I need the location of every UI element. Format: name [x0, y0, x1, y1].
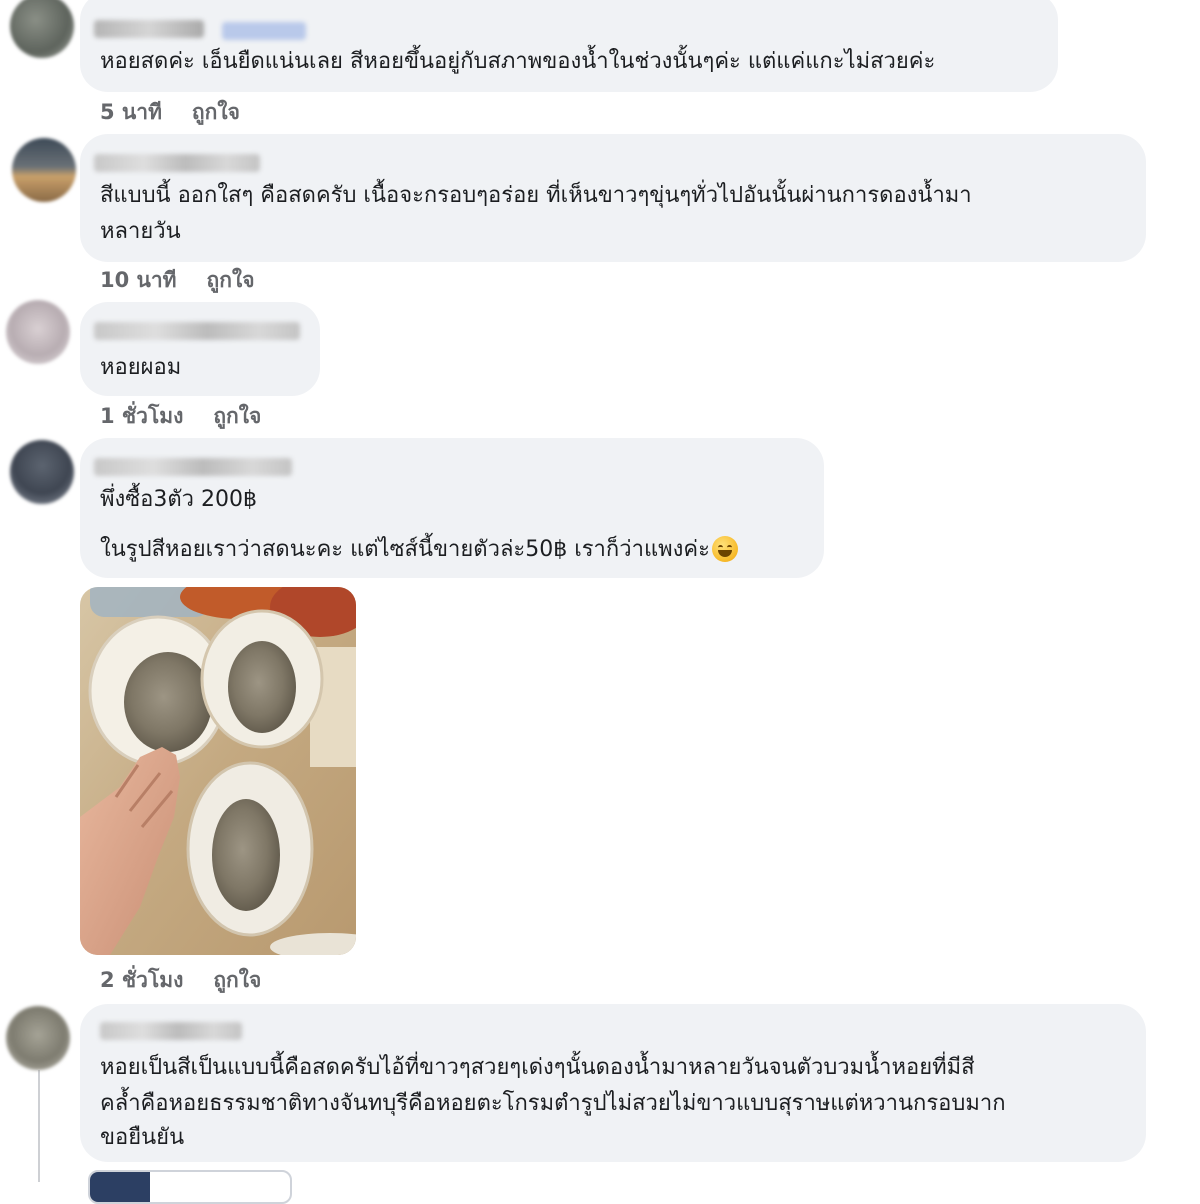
reply-thread-line — [38, 1070, 40, 1182]
comment-time[interactable]: 5 นาที — [100, 100, 162, 124]
comment-text: สีแบบนี้ ออกใสๆ คือสดครับ เนื้อจะกรอบๆอร… — [100, 183, 972, 208]
avatar[interactable] — [10, 0, 74, 58]
grinning-sweat-emoji — [711, 536, 738, 562]
oyster-photo[interactable] — [80, 587, 356, 955]
comment-text: หอยเป็นสีเป็นแบบนี้คือสดครับไอ้ที่ขาวๆสว… — [100, 1055, 975, 1080]
comment-bubble: พึ่งซื้อ3ตัว 200฿ ในรูปสีหอยเราว่าสดนะคะ… — [80, 438, 824, 578]
comment-time[interactable]: 1 ชั่วโมง — [100, 404, 183, 428]
commenter-name[interactable] — [100, 1022, 242, 1040]
avatar[interactable] — [12, 138, 76, 202]
comment-bubble: หอยผอม — [80, 302, 320, 396]
comment-meta: 10 นาที ถูกใจ — [100, 264, 255, 297]
attachment-preview[interactable] — [88, 1170, 292, 1204]
comment-meta: 2 ชั่วโมง ถูกใจ — [100, 964, 261, 997]
comment-text: คล้ำคือหอยธรรมชาติทางจันทบุรีคือหอยตะโกร… — [100, 1091, 1006, 1116]
comment-text: พึ่งซื้อ3ตัว 200฿ — [100, 487, 258, 512]
comment-bubble: สีแบบนี้ ออกใสๆ คือสดครับ เนื้อจะกรอบๆอร… — [80, 134, 1146, 262]
comment-text: ขอยืนยัน — [100, 1125, 185, 1150]
comment-time[interactable]: 10 นาที — [100, 268, 177, 292]
like-button[interactable]: ถูกใจ — [213, 404, 261, 428]
comment-meta: 1 ชั่วโมง ถูกใจ — [100, 400, 261, 433]
comment-text: หอยผอม — [100, 355, 182, 380]
comment-text: หอยสดค่ะ เอ็นยืดแน่นเลย สีหอยขึ้นอยู่กับ… — [100, 49, 936, 74]
commenter-name[interactable] — [94, 20, 204, 38]
comment-text: ในรูปสีหอยเราว่าสดนะคะ แต่ไซส์นี้ขายตัวล… — [100, 532, 738, 568]
like-button[interactable]: ถูกใจ — [207, 268, 255, 292]
comment-time[interactable]: 2 ชั่วโมง — [100, 968, 183, 992]
attachment-thumbnail — [90, 1172, 150, 1202]
comment-text: หลายวัน — [100, 219, 181, 244]
commenter-name[interactable] — [94, 322, 300, 340]
comment-bubble: หอยเป็นสีเป็นแบบนี้คือสดครับไอ้ที่ขาวๆสว… — [80, 1004, 1146, 1162]
commenter-name[interactable] — [94, 154, 260, 172]
like-button[interactable]: ถูกใจ — [213, 968, 261, 992]
avatar[interactable] — [6, 300, 70, 364]
commenter-badge — [222, 22, 306, 40]
comment-bubble: หอยสดค่ะ เอ็นยืดแน่นเลย สีหอยขึ้นอยู่กับ… — [80, 0, 1058, 92]
commenter-name[interactable] — [94, 458, 292, 476]
like-button[interactable]: ถูกใจ — [192, 100, 240, 124]
avatar[interactable] — [6, 1006, 70, 1070]
avatar[interactable] — [10, 440, 74, 504]
comment-meta: 5 นาที ถูกใจ — [100, 96, 240, 129]
